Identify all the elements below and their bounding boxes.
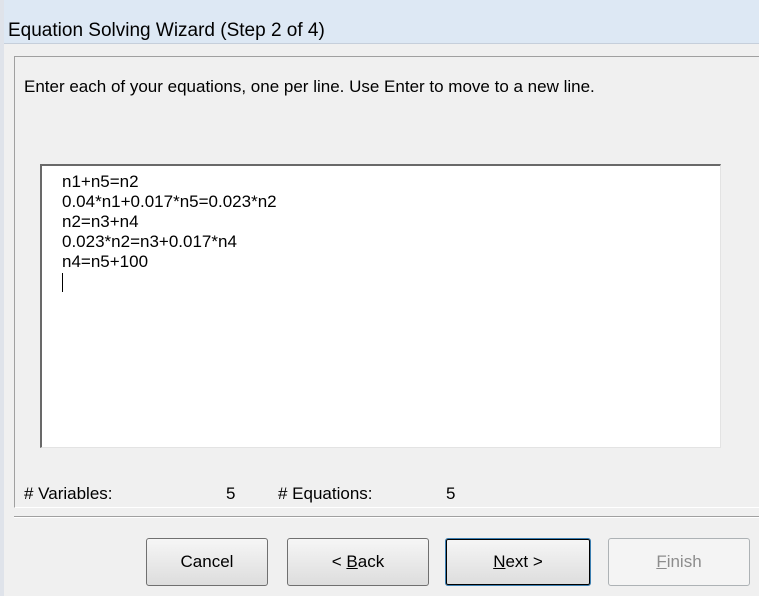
cancel-button[interactable]: Cancel — [146, 538, 268, 586]
text-caret — [62, 273, 63, 292]
finish-button-label: inish — [666, 552, 702, 571]
finish-button-mnemonic: F — [656, 552, 667, 571]
equations-count-label: # Equations: — [278, 484, 373, 503]
equation-line: 0.023*n2=n3+0.017*n4 — [62, 232, 237, 251]
equations-count-value: 5 — [446, 484, 456, 503]
finish-button[interactable]: Finish — [608, 538, 750, 586]
window-title: Equation Solving Wizard (Step 2 of 4) — [8, 20, 325, 41]
title-bar[interactable]: Equation Solving Wizard (Step 2 of 4) — [4, 0, 759, 44]
back-button[interactable]: < Back — [287, 538, 429, 586]
instructions-text: Enter each of your equations, one per li… — [24, 77, 595, 96]
next-button-mnemonic: N — [493, 552, 506, 571]
back-button-prefix: < — [331, 552, 347, 571]
back-button-mnemonic: B — [346, 552, 358, 571]
equation-line: n1+n5=n2 — [62, 172, 139, 191]
equation-line: n2=n3+n4 — [62, 212, 139, 231]
equation-line: 0.04*n1+0.017*n5=0.023*n2 — [62, 192, 277, 211]
button-separator — [14, 516, 759, 518]
back-button-label: ack — [357, 552, 385, 571]
cancel-button-label: Cancel — [180, 552, 234, 571]
dialog-body: Enter each of your equations, one per li… — [4, 44, 759, 596]
equations-textarea[interactable]: n1+n5=n2 0.04*n1+0.017*n5=0.023*n2 n2=n3… — [40, 164, 721, 448]
cursor-line — [62, 272, 720, 292]
variables-count-value: 5 — [226, 484, 236, 503]
next-button[interactable]: Next > — [445, 538, 591, 586]
next-button-label: ext > — [505, 552, 543, 571]
equation-line: n4=n5+100 — [62, 252, 149, 271]
variables-count-label: # Variables: — [24, 484, 113, 503]
